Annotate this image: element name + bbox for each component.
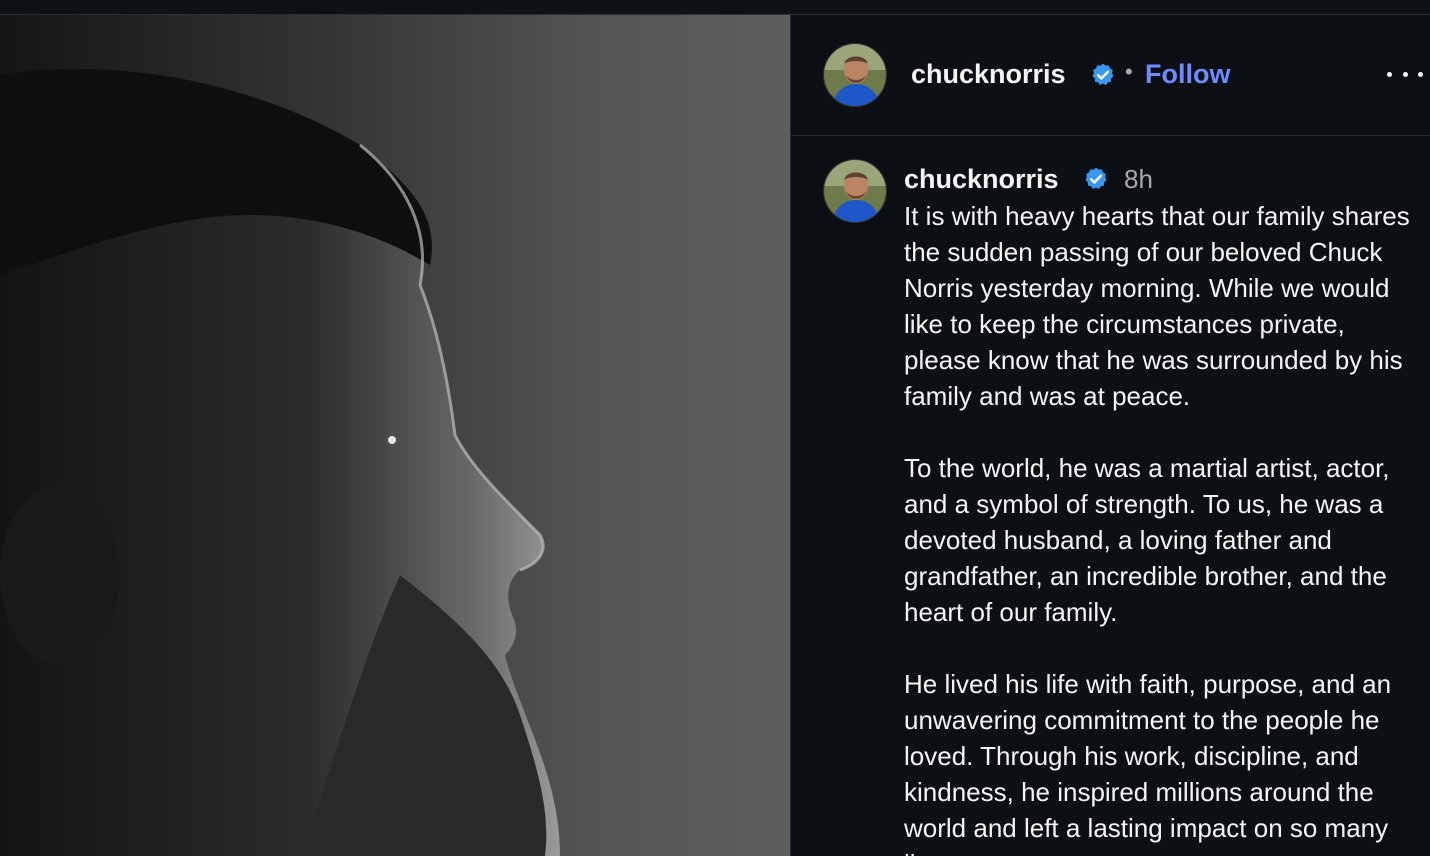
profile-portrait-image (0, 68, 560, 856)
separator-dot: • (1125, 59, 1133, 84)
caption-author-avatar[interactable] (823, 159, 887, 223)
more-dot (1402, 71, 1408, 77)
author-username[interactable]: chucknorris (911, 59, 1066, 90)
caption-username[interactable]: chucknorris (904, 164, 1059, 195)
caption-timestamp: 8h (1124, 164, 1153, 194)
follow-button[interactable]: Follow (1145, 59, 1230, 90)
more-dot (1418, 71, 1423, 77)
post-header: chucknorris • Follow (791, 15, 1430, 136)
post-photo[interactable] (0, 15, 790, 856)
author-avatar[interactable] (823, 43, 887, 107)
verified-badge-icon (1092, 63, 1114, 85)
post-details-panel: chucknorris • Follow chucknorris 8h It i… (790, 15, 1430, 856)
browser-top-bar (0, 0, 1430, 15)
more-options-icon[interactable] (1387, 59, 1423, 89)
caption-text: It is with heavy hearts that our family … (904, 201, 1410, 856)
verified-badge-icon (1085, 167, 1107, 189)
more-dot (1387, 71, 1392, 77)
